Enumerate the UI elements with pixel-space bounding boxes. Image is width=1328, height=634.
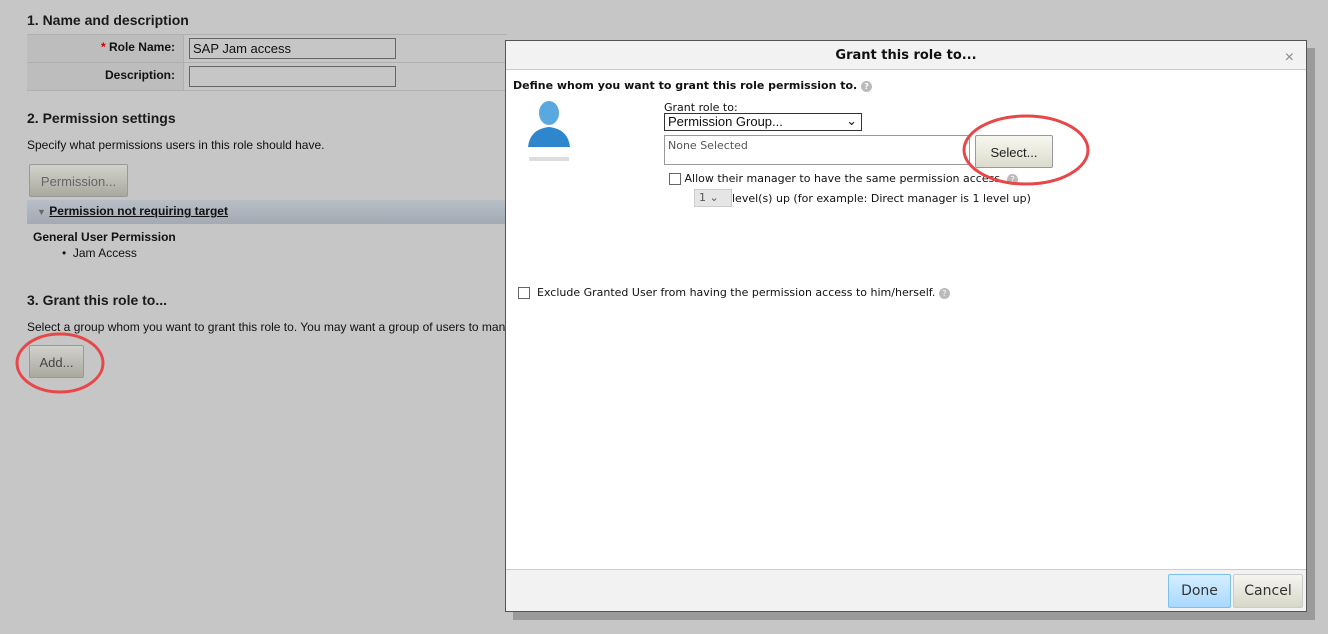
annotation-circle-add xyxy=(15,332,105,394)
dialog-title: Grant this role to... xyxy=(506,41,1306,70)
help-icon[interactable]: ? xyxy=(861,80,873,92)
help-icon[interactable]: ? xyxy=(1007,173,1019,185)
help-icon[interactable]: ? xyxy=(938,287,950,299)
chevron-down-icon: ⌄ xyxy=(846,113,857,128)
exclude-granted-user-checkbox[interactable] xyxy=(518,287,530,299)
dialog-footer: Done Cancel xyxy=(506,569,1306,611)
select-button[interactable]: Select... xyxy=(975,135,1053,168)
dialog-intro: Define whom you want to grant this role … xyxy=(513,79,858,92)
close-icon[interactable]: × xyxy=(1285,49,1294,67)
grant-role-to-select[interactable]: Permission Group... ⌄ xyxy=(664,113,862,131)
done-button[interactable]: Done xyxy=(1168,574,1231,608)
grant-role-dialog: Grant this role to... × Define whom you … xyxy=(505,40,1307,612)
user-avatar-icon xyxy=(528,101,570,161)
selected-groups-field: None Selected xyxy=(664,135,970,165)
levels-label: level(s) up (for example: Direct manager… xyxy=(732,191,1031,205)
levels-select[interactable]: 1 ⌄ xyxy=(694,189,732,207)
cancel-button[interactable]: Cancel xyxy=(1233,574,1303,608)
allow-manager-label: Allow their manager to have the same per… xyxy=(684,172,1004,185)
exclude-label: Exclude Granted User from having the per… xyxy=(537,286,936,299)
allow-manager-checkbox[interactable] xyxy=(669,173,681,185)
